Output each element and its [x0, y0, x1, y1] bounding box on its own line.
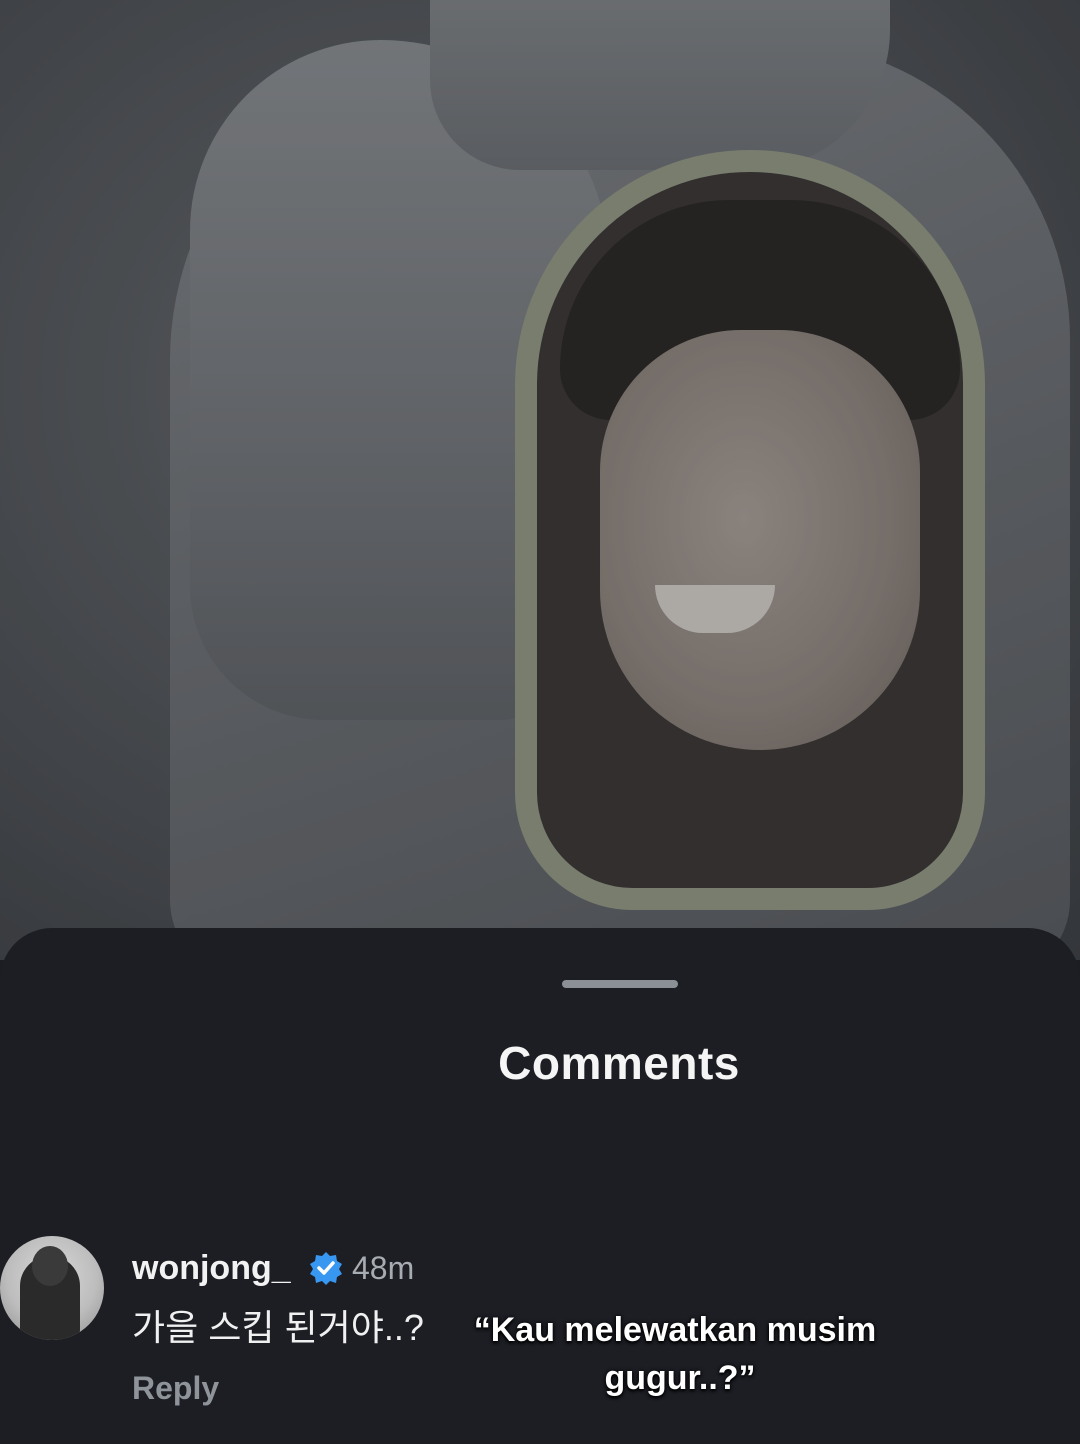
translation-line-2: gugur..?” [604, 1359, 756, 1397]
verified-badge-icon [308, 1250, 344, 1286]
comment-text: 가을 스킵 된거야..? [132, 1307, 424, 1348]
sheet-drag-handle[interactable] [562, 980, 678, 988]
background-photo-image [0, 0, 1080, 960]
post-photo [0, 0, 1080, 960]
comment-timestamp: 48m [352, 1250, 415, 1286]
reply-button[interactable]: Reply [132, 1366, 219, 1410]
translation-caption: “Kau melewatkan musim gugur..?” [455, 1306, 895, 1402]
avatar[interactable] [0, 1236, 104, 1340]
comment-username[interactable]: wonjong_ [132, 1248, 291, 1288]
comment-item: wonjong_ 48m 가을 스킵 된거야..? “Kau melewatka… [0, 1236, 1080, 1436]
translation-line-1: “Kau melewatkan musim [473, 1311, 877, 1349]
sheet-title: Comments [498, 1037, 740, 1089]
